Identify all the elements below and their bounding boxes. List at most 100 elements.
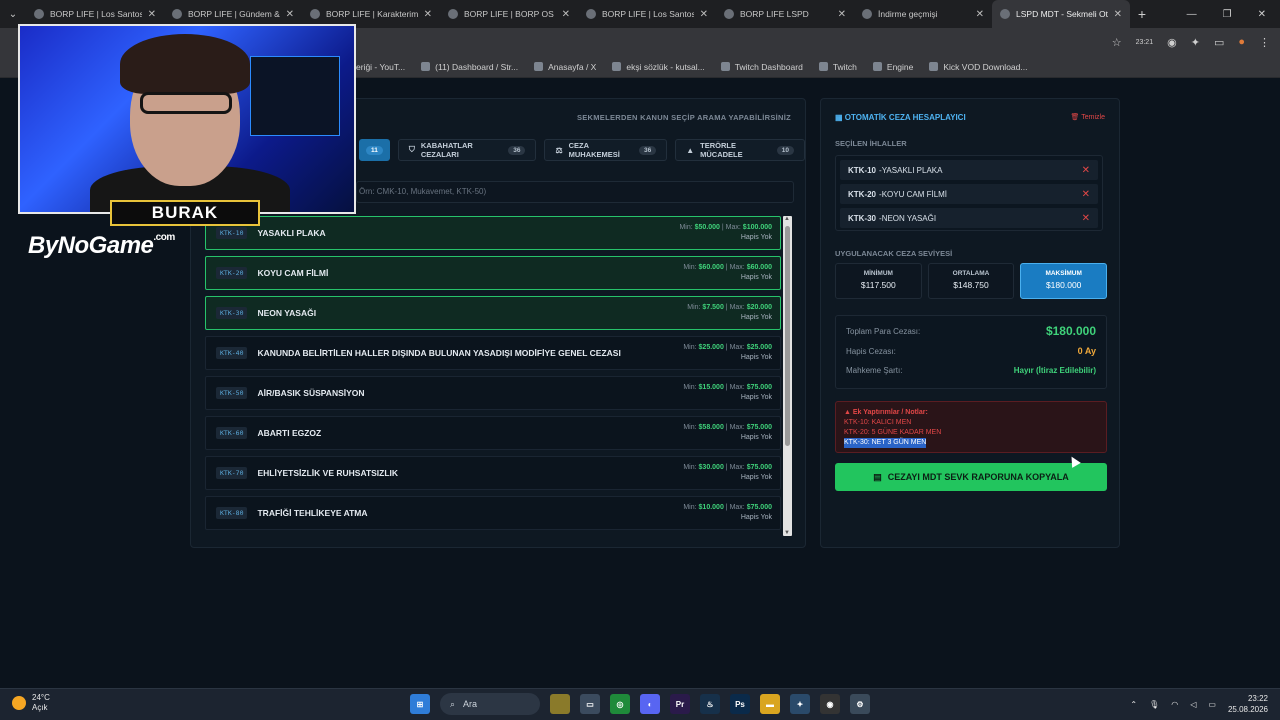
game-icon[interactable] [550, 694, 570, 714]
sponsor-logo-main: ByNoGame [28, 232, 154, 259]
avatar[interactable]: ● [1238, 36, 1245, 48]
law-row[interactable]: KTK-50 AİR/BASIK SÜSPANSİYON Min: $15.000 … [205, 376, 781, 410]
bookmark-item[interactable]: eriği - YouT... [356, 62, 405, 72]
browser-tab[interactable]: BORP LIFE | BORP OS - Şe... ✕ [440, 0, 578, 28]
browser-menu-icon[interactable]: ⋮ [1259, 36, 1270, 49]
fine-level-option[interactable]: MAKSİMUM $180.000 [1020, 263, 1108, 299]
law-row[interactable]: KTK-40 KANUNDA BELİRTİLEN HALLER DIŞINDA … [205, 336, 781, 370]
additional-sanctions-notes: ▲ Ek Yaptırımlar / Notlar: KTK-10: KALIC… [835, 401, 1107, 453]
clear-button[interactable]: 🗑 Temizle [1071, 113, 1105, 121]
tab-close-icon[interactable]: ✕ [562, 9, 570, 20]
category-tab[interactable]: ⛉ KABAHATLAR CEZALARI 36 [397, 139, 537, 161]
extension-icon[interactable]: ◉ [1167, 36, 1177, 49]
new-tab-button[interactable]: + [1130, 6, 1154, 22]
bookmark-item[interactable]: Kick VOD Download... [929, 62, 1027, 72]
microphone-icon[interactable]: 🎙 [1149, 700, 1159, 709]
law-row[interactable]: KTK-20 KOYU CAM FİLMİ Min: $60.000 | Max: … [205, 256, 781, 290]
bookmark-item[interactable]: Twitch [818, 62, 857, 72]
jail-status: Hapis Yok [740, 394, 772, 401]
maximize-icon[interactable]: ❐ [1223, 9, 1232, 20]
copy-to-report-button[interactable]: ▤ CEZAYI MDT SEVK RAPORUNA KOPYALA [835, 463, 1107, 491]
tab-close-icon[interactable]: ✕ [148, 9, 156, 20]
bookmark-favicon-icon [534, 62, 544, 71]
taskbar-search[interactable]: ⌕ Ara [440, 693, 540, 715]
extensions-puzzle-icon[interactable]: ✦ [1191, 36, 1200, 49]
task-view-icon[interactable]: ▭ [580, 694, 600, 714]
min-fine: $10.000 [698, 504, 724, 511]
category-count-badge: 36 [508, 145, 526, 155]
law-row[interactable]: KTK-10 YASAKLI PLAKA Min: $50.000 | Max: $… [205, 216, 781, 250]
premiere-icon[interactable]: Pr [670, 694, 690, 714]
browser-tab[interactable]: BORP LIFE | Los Santos Sa... ✕ [578, 0, 716, 28]
sidebar-icon[interactable]: ▭ [1214, 36, 1224, 49]
scroll-thumb[interactable] [785, 226, 790, 446]
fine-level-option[interactable]: MİNİMUM $117.500 [835, 263, 922, 299]
bookmark-item[interactable]: Twitch Dashboard [720, 62, 803, 72]
browser-tab[interactable]: İndirme geçmişi ✕ [854, 0, 992, 28]
bookmark-item[interactable]: Anasayfa / X [534, 62, 596, 72]
fine-range-line: Min: $60.000 | Max: $60.000 [683, 264, 772, 271]
photoshop-icon[interactable]: Ps [730, 694, 750, 714]
law-row[interactable]: KTK-70 EHLİYETSİZLİK VE RUHSATSIZLIK Min: … [205, 456, 781, 490]
settings-gear-icon[interactable]: ⚙ [850, 694, 870, 714]
max-fine: $75.000 [746, 504, 772, 511]
law-search-input[interactable]: Örn: CMK-10, Mukavemet, KTK-50) [356, 181, 794, 203]
taskbar-clock[interactable]: 23:22 25.08.2026 [1228, 693, 1268, 715]
fine-level-option[interactable]: ORTALAMA $148.750 [927, 263, 1015, 299]
taskbar-search-label: Ara [463, 699, 478, 709]
browser-tab[interactable]: LSPD MDT - Sekmeli Oto... ✕ [992, 0, 1130, 28]
bookmark-label: Engine [886, 61, 914, 72]
remove-violation-icon[interactable]: ✕ [1082, 213, 1090, 224]
weather-widget[interactable]: 24°C Açık [12, 693, 50, 713]
law-fine-range: Min: $50.000 | Max: $100.000 Hapis Yok [679, 223, 772, 243]
file-explorer-icon[interactable]: ▬ [760, 694, 780, 714]
category-count-badge: 11 [366, 145, 383, 155]
start-menu-icon[interactable]: ⊞ [410, 694, 430, 714]
tab-close-icon[interactable]: ✕ [1114, 9, 1122, 20]
selected-violation-code: KTK-10 [848, 165, 877, 175]
volume-icon[interactable]: ◁ [1190, 700, 1196, 709]
tab-close-icon[interactable]: ✕ [700, 9, 708, 20]
max-fine: $75.000 [746, 464, 772, 471]
sanction-note: KTK-10: KALICI MEN [844, 419, 912, 426]
search-hint: SEKMELERDEN KANUN SEÇİP ARAMA YAPABİLİRS… [576, 113, 791, 122]
tray-chevron-icon[interactable]: ⌃ [1130, 700, 1137, 709]
browser-tab[interactable]: BORP LIFE LSPD ✕ [716, 0, 854, 28]
law-row[interactable]: KTK-80 TRAFİĞİ TEHLİKEYE ATMA Min: $10.000… [205, 496, 781, 530]
scroll-down-icon[interactable]: ▼ [784, 530, 790, 536]
minimize-icon[interactable]: — [1187, 9, 1197, 20]
min-label: Min: [683, 264, 697, 271]
chrome-icon[interactable]: ◎ [610, 694, 630, 714]
close-window-icon[interactable]: ✕ [1258, 9, 1266, 20]
min-fine: $7.500 [702, 304, 724, 311]
bookmark-item[interactable]: (11) Dashboard / Str... [421, 62, 518, 72]
tab-title: BORP LIFE | Los Santos Sa... [50, 9, 142, 19]
bookmark-star-icon[interactable]: ☆ [1112, 36, 1122, 49]
app-icon[interactable]: ✦ [790, 694, 810, 714]
bookmark-item[interactable]: Engine [872, 61, 914, 72]
wifi-icon[interactable]: ◠ [1171, 700, 1178, 709]
category-tab[interactable]: 11 [359, 139, 390, 161]
tab-title: BORP LIFE | Gündem & Tr... [188, 9, 280, 19]
tab-close-icon[interactable]: ✕ [424, 9, 432, 20]
taskbar-apps: ⊞ ⌕ Ara ▭ ◎ ◐ Pr ♨ Ps ▬ ✦ ◉ ⚙ [410, 693, 870, 715]
steam-icon[interactable]: ♨ [700, 694, 720, 714]
remove-violation-icon[interactable]: ✕ [1082, 165, 1090, 176]
battery-icon[interactable]: ▭ [1208, 700, 1216, 709]
obs-icon[interactable]: ◉ [820, 694, 840, 714]
category-tab[interactable]: ⚖ CEZA MUHAKEMESİ 36 [544, 139, 668, 161]
remove-violation-icon[interactable]: ✕ [1082, 189, 1090, 200]
discord-icon[interactable]: ◐ [640, 694, 660, 714]
tab-close-icon[interactable]: ✕ [976, 9, 984, 20]
law-code: KTK-20 [216, 267, 248, 279]
bookmark-item[interactable]: ekşi sözlük - kutsal... [612, 62, 705, 72]
tab-close-icon[interactable]: ✕ [286, 9, 294, 20]
law-list-scrollbar[interactable]: ▲ ▼ [783, 216, 792, 536]
category-tab[interactable]: ▲ TERÖRLE MÜCADELE 10 [675, 139, 806, 161]
max-label: Max: [729, 504, 745, 511]
law-row[interactable]: KTK-60 ABARTI EGZOZ Min: $58.000 | Max: $7… [205, 416, 781, 450]
tab-close-icon[interactable]: ✕ [838, 9, 846, 20]
law-row[interactable]: KTK-30 NEON YASAĞI Min: $7.500 | Max: $20.… [205, 296, 781, 330]
warning-icon: ▲ [686, 145, 695, 155]
scroll-up-icon[interactable]: ▲ [784, 216, 790, 222]
